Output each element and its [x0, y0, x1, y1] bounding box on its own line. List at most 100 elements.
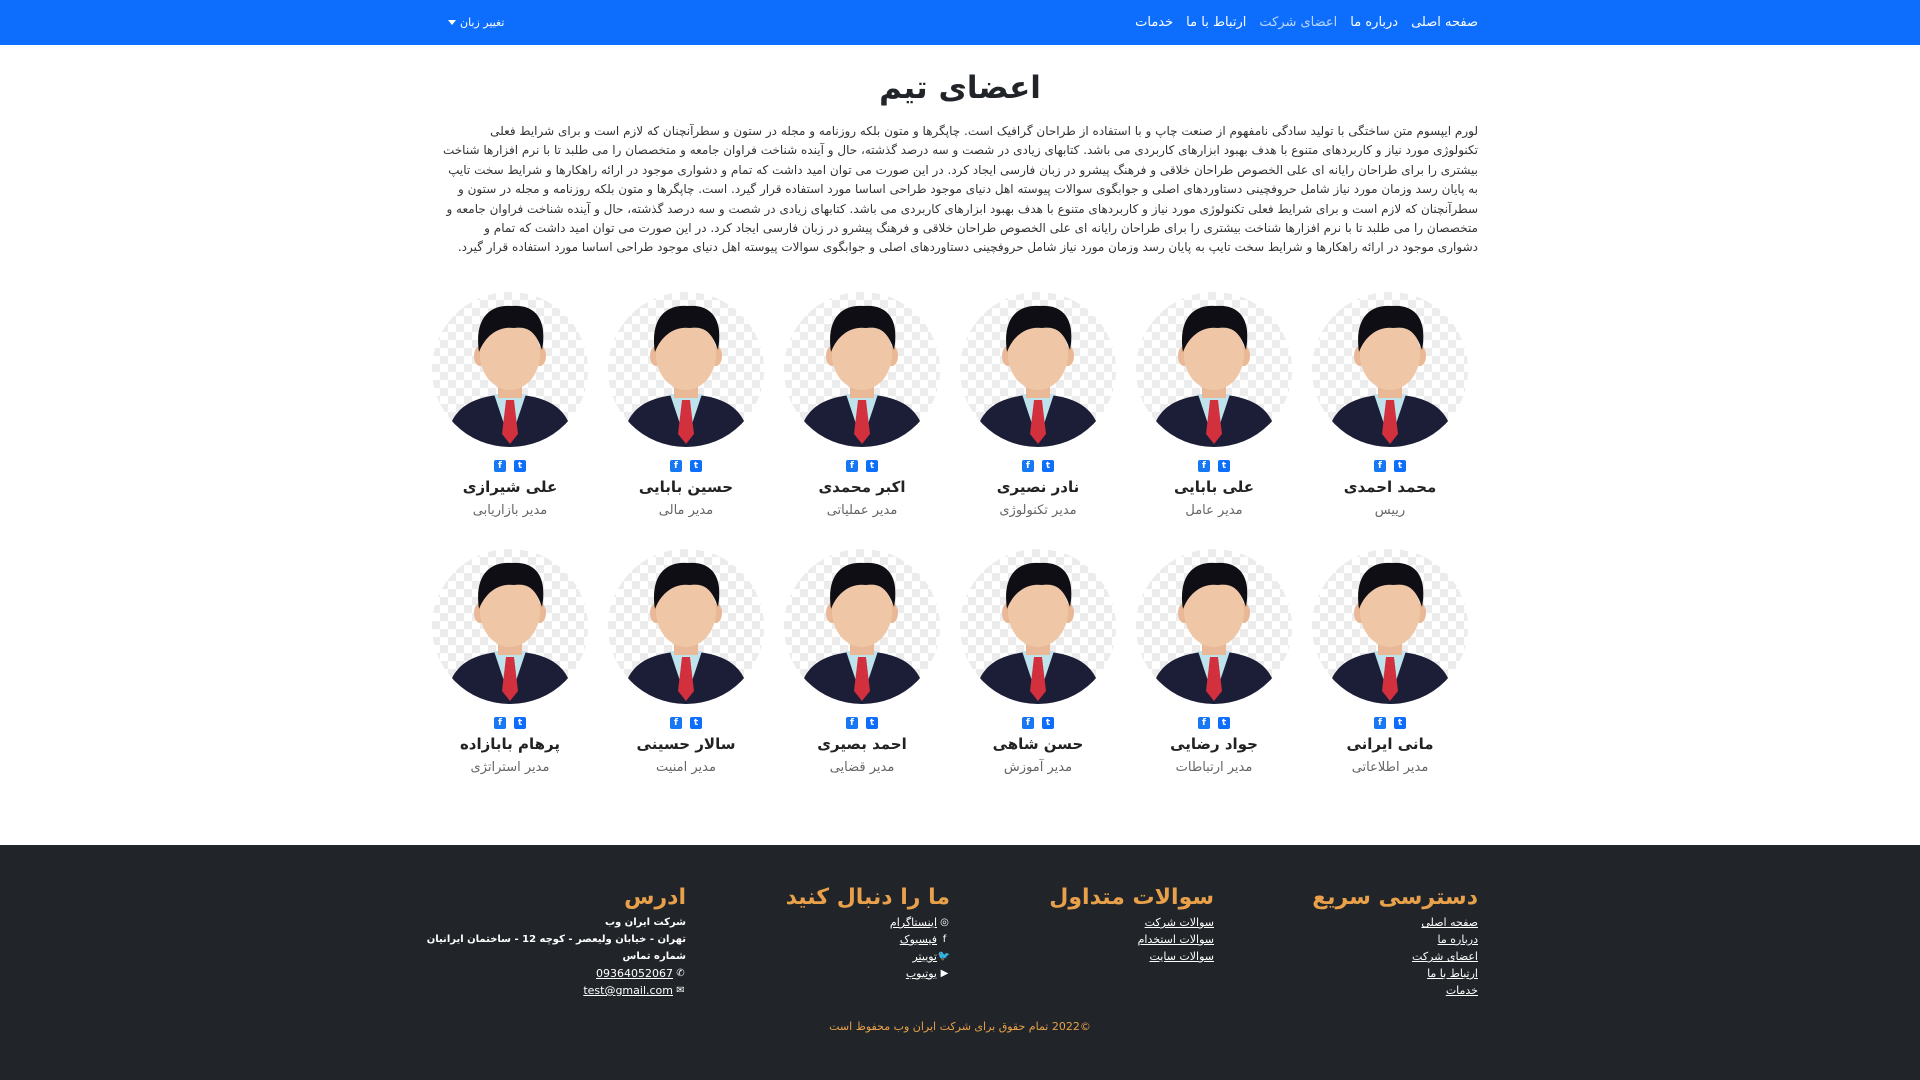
facebook-icon[interactable]: f [494, 460, 506, 472]
member-social-links: ft [422, 717, 598, 729]
footer-faq-link[interactable]: سوالات استخدام [1049, 931, 1214, 948]
member-social-links: ft [1302, 460, 1478, 472]
member-social-links: ft [422, 460, 598, 472]
email-link[interactable]: test@gmail.com [583, 982, 673, 999]
member-role: مدیر قضایی [829, 760, 895, 775]
facebook-icon[interactable]: f [1022, 460, 1034, 472]
person-avatar-image [622, 562, 750, 704]
member-name: حسین بابایی [638, 478, 734, 496]
member-role: مدیر مالی [658, 503, 714, 518]
team-member-card: f t پرهام بابازاده مدیر استراتژی [422, 549, 598, 779]
navbar-container: تغییر زبان صفحه اصلی درباره ما اعضای شرکت ا… [442, 0, 1478, 45]
facebook-icon[interactable]: f [670, 460, 682, 472]
member-avatar [432, 292, 588, 447]
facebook-icon[interactable]: f [494, 717, 506, 729]
footer-social-link[interactable]: توییتر [912, 948, 937, 965]
footer-quick-link[interactable]: ارتباط با ما [1312, 965, 1478, 982]
member-avatar [608, 549, 764, 704]
page-title: اعضای تیم [879, 70, 1041, 106]
footer-quick-link[interactable]: خدمات [1312, 982, 1478, 999]
nav-link-3[interactable]: اعضای شرکت [1259, 15, 1337, 30]
team-member-card: f t سالار حسینی مدیر امنیت [598, 549, 774, 779]
footer-quick-link[interactable]: درباره ما [1312, 931, 1478, 948]
footer-social-link[interactable]: فیسبوک [900, 931, 937, 948]
footer-quick-access-title: دسترسی سریع [1312, 885, 1478, 910]
facebook-icon[interactable]: f [1374, 460, 1386, 472]
person-avatar-image [1326, 305, 1454, 447]
member-social-links: ft [1126, 717, 1302, 729]
twitter-icon[interactable]: t [690, 460, 702, 472]
nav-link-1[interactable]: صفحه اصلی [1411, 15, 1478, 30]
top-navbar: تغییر زبان صفحه اصلی درباره ما اعضای شرکت ا… [0, 0, 1920, 45]
member-role: مدیر عامل [1185, 503, 1243, 518]
team-member-card: f t علی بابایی مدیر عامل [1126, 292, 1302, 522]
twitter-icon[interactable]: t [1042, 460, 1054, 472]
member-role: مدیر امنیت [656, 760, 716, 775]
member-avatar [1312, 549, 1468, 704]
person-avatar-image [622, 305, 750, 447]
nav-link-4[interactable]: ارتباط با ما [1186, 15, 1246, 30]
twitter-icon[interactable]: t [514, 460, 526, 472]
footer-quick-link[interactable]: اعضای شرکت [1312, 948, 1478, 965]
email-item: ✉ test@gmail.com [427, 982, 686, 999]
facebook-icon[interactable]: f [1198, 717, 1210, 729]
footer-faq-link[interactable]: سوالات سایت [1049, 948, 1214, 965]
twitter-icon[interactable]: t [866, 460, 878, 472]
team-member-card: f t نادر نصیری مدیر تکنولوژی [950, 292, 1126, 522]
phone-icon: ✆ [676, 968, 685, 979]
phone-label: شماره تماس [622, 951, 686, 962]
footer-quick-access: دسترسی سریع صفحه اصلی درباره ما اعضای شرکت… [1312, 885, 1478, 999]
twitter-icon[interactable]: t [866, 717, 878, 729]
twitter-icon[interactable]: t [514, 717, 526, 729]
footer-social-link[interactable]: یوتیوب [906, 965, 937, 982]
member-social-links: ft [1302, 717, 1478, 729]
person-avatar-image [798, 305, 926, 447]
nav-link-2[interactable]: درباره ما [1350, 15, 1398, 30]
person-avatar-image [1150, 305, 1278, 447]
twitter-icon[interactable]: t [1218, 460, 1230, 472]
member-avatar [1136, 549, 1292, 704]
team-member-card: f t حسن شاهی مدیر آموزش [950, 549, 1126, 779]
team-member-card: f t جواد رضایی مدیر ارتباطات [1126, 549, 1302, 779]
person-avatar-image [1326, 562, 1454, 704]
member-social-links: ft [1126, 460, 1302, 472]
facebook-icon[interactable]: f [846, 717, 858, 729]
facebook-icon[interactable]: f [670, 717, 682, 729]
twitter-icon[interactable]: t [1394, 460, 1406, 472]
member-avatar [784, 292, 940, 447]
facebook-icon[interactable]: f [846, 460, 858, 472]
member-social-links: ft [774, 460, 950, 472]
person-avatar-image [1150, 562, 1278, 704]
footer-quick-link[interactable]: صفحه اصلی [1312, 914, 1478, 931]
language-dropdown-label: تغییر زبان [460, 15, 505, 29]
facebook-icon[interactable]: f [1022, 717, 1034, 729]
team-grid: f t محمد احمدی رییس f t علی بابایی مدیر عامل f t ن… [432, 292, 1478, 779]
footer-quick-access-links: صفحه اصلی درباره ما اعضای شرکت ارتباط با ما… [1312, 914, 1478, 999]
person-avatar-image [446, 562, 574, 704]
team-member-card: f t محمد احمدی رییس [1302, 292, 1478, 522]
twitter-icon[interactable]: t [1042, 717, 1054, 729]
footer-social-link[interactable]: اینستاگرام [890, 914, 937, 931]
footer-faq-link[interactable]: سوالات شرکت [1049, 914, 1214, 931]
member-name: سالار حسینی [636, 735, 736, 753]
facebook-icon[interactable]: f [1374, 717, 1386, 729]
caret-down-icon [448, 19, 456, 25]
phone-link[interactable]: 09364052067 [596, 965, 673, 982]
copyright: ©2022 تمام حقوق برای شرکت ایران وب محفوظ… [829, 1020, 1091, 1033]
facebook-icon[interactable]: f [1198, 460, 1210, 472]
twitter-icon[interactable]: t [1394, 717, 1406, 729]
member-name: محمد احمدی [1343, 478, 1437, 496]
twitter-icon[interactable]: t [690, 717, 702, 729]
member-role: مدیر بازاریابی [472, 503, 548, 518]
footer-follow-title: ما را دنبال کنید [785, 885, 950, 910]
member-role: رییس [1374, 503, 1406, 518]
person-avatar-image [974, 305, 1102, 447]
language-dropdown[interactable]: تغییر زبان [448, 11, 504, 33]
member-role: مدیر تکنولوژی [999, 503, 1077, 518]
member-name: علی شیرازی [462, 478, 558, 496]
nav-link-5[interactable]: خدمات [1135, 15, 1173, 30]
street-address: تهران - خیابان ولیعصر - کوچه 12 - ساختما… [426, 934, 686, 945]
twitter-icon[interactable]: t [1218, 717, 1230, 729]
member-role: مدیر اطلاعاتی [1351, 760, 1429, 775]
youtube-icon: ▶ [940, 968, 949, 979]
